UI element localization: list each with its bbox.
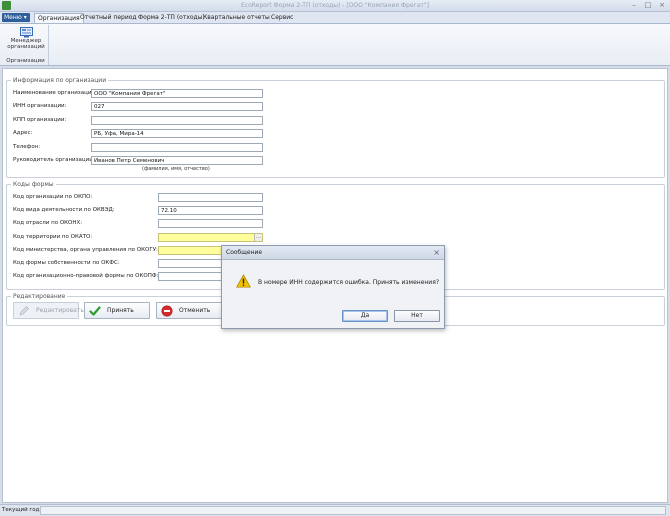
accept-button-label: Принять xyxy=(107,307,134,314)
organization-manager-icon xyxy=(19,27,33,38)
org-info-group: Информация по организации Наименование о… xyxy=(6,77,665,178)
maximize-button[interactable]: □ xyxy=(642,1,654,10)
dialog-title-text: Сообщение xyxy=(226,249,263,256)
kpp-label: КПП организации: xyxy=(13,117,67,123)
phone-field[interactable] xyxy=(91,143,263,152)
okopf-label: Код организационно-правовой формы по ОКО… xyxy=(13,273,159,279)
close-button[interactable]: × xyxy=(656,1,668,10)
director-field[interactable]: Иванов Петр Семенович xyxy=(91,156,263,165)
ribbon: Менеджер организаций Организации xyxy=(0,23,670,66)
status-bar: Текущий год: xyxy=(0,504,670,516)
kpp-field[interactable] xyxy=(91,116,263,125)
cancel-button-label: Отменить xyxy=(179,307,211,314)
okfs-label: Код формы собственности по ОКФС: xyxy=(13,260,120,266)
checkmark-icon xyxy=(89,306,101,316)
phone-label: Телефон: xyxy=(13,144,41,150)
tab-reporting-period[interactable]: Отчетный период xyxy=(80,13,137,23)
tab-form-2tp[interactable]: Форма 2-ТП (отходы) xyxy=(138,13,205,23)
director-label: Руководитель организации: xyxy=(13,157,95,163)
title-bar: EcoReport Форма 2-ТП (отходы) - [ООО "Ко… xyxy=(0,0,670,12)
dialog-title: Сообщение × xyxy=(222,246,444,260)
okved-field[interactable]: 72.10 xyxy=(158,206,263,215)
edit-button-label: Редактировать xyxy=(36,307,84,314)
org-name-field[interactable]: ООО "Компания Фрегат" xyxy=(91,89,263,98)
stop-icon xyxy=(161,305,173,317)
edit-button[interactable]: Редактировать xyxy=(13,302,84,319)
app-menu-button[interactable]: Меню ▾ xyxy=(2,13,30,22)
accept-button[interactable]: Принять xyxy=(84,302,150,319)
inn-label: ИНН организации: xyxy=(13,103,67,109)
pencil-icon xyxy=(19,306,29,316)
okato-field[interactable]: … xyxy=(158,233,263,242)
window-title: EcoReport Форма 2-ТП (отходы) - [ООО "Ко… xyxy=(241,2,429,9)
ribbon-group-organizations: Менеджер организаций Организации xyxy=(2,25,49,65)
okato-label: Код территории по ОКАТО: xyxy=(13,234,93,240)
okonh-label: Код отрасли по ОКОНХ: xyxy=(13,220,83,226)
dialog-message: В номере ИНН содержится ошибка. Принять … xyxy=(258,279,439,286)
org-name-label: Наименование организации: xyxy=(13,90,97,96)
okpo-label: Код организации по ОКПО: xyxy=(13,194,93,200)
tab-quarterly-reports[interactable]: Квартальные отчеты xyxy=(203,13,270,23)
dialog-yes-button[interactable]: Да xyxy=(342,310,388,322)
inn-field[interactable]: 027 xyxy=(91,102,263,111)
dialog-no-button[interactable]: Нет xyxy=(394,310,440,322)
current-year-field xyxy=(40,506,666,515)
ribbon-tab-bar: Меню ▾ Организация Отчетный период Форма… xyxy=(0,12,670,23)
tab-organization[interactable]: Организация xyxy=(34,13,84,23)
director-hint: (фамилия, имя, отчество) xyxy=(142,166,210,172)
organization-manager-button[interactable]: Менеджер организаций xyxy=(6,26,46,56)
okogu-label: Код министерства, органа управления по О… xyxy=(13,247,158,253)
editing-legend: Редактирование xyxy=(11,293,68,300)
tab-service[interactable]: Сервис xyxy=(271,13,293,23)
current-year-label: Текущий год: xyxy=(2,507,42,513)
dialog-close-button[interactable]: × xyxy=(433,246,440,259)
minimize-button[interactable]: – xyxy=(628,1,640,10)
okato-dropdown-button[interactable]: … xyxy=(254,234,262,241)
ribbon-group-label: Организации xyxy=(6,58,45,64)
okved-label: Код вида деятельности по ОКВЭД: xyxy=(13,207,115,213)
organization-manager-label-line2: организаций xyxy=(7,44,45,50)
org-info-legend: Информация по организации xyxy=(11,77,109,84)
okpo-field[interactable] xyxy=(158,193,263,202)
cancel-button[interactable]: Отменить xyxy=(156,302,222,319)
form-codes-legend: Коды формы xyxy=(11,181,56,188)
okonh-field[interactable] xyxy=(158,219,263,228)
address-label: Адрес: xyxy=(13,130,33,136)
address-field[interactable]: РБ, Уфа, Мира-14 xyxy=(91,129,263,138)
message-dialog: Сообщение × В номере ИНН содержится ошиб… xyxy=(221,245,445,329)
warning-icon xyxy=(236,274,251,288)
